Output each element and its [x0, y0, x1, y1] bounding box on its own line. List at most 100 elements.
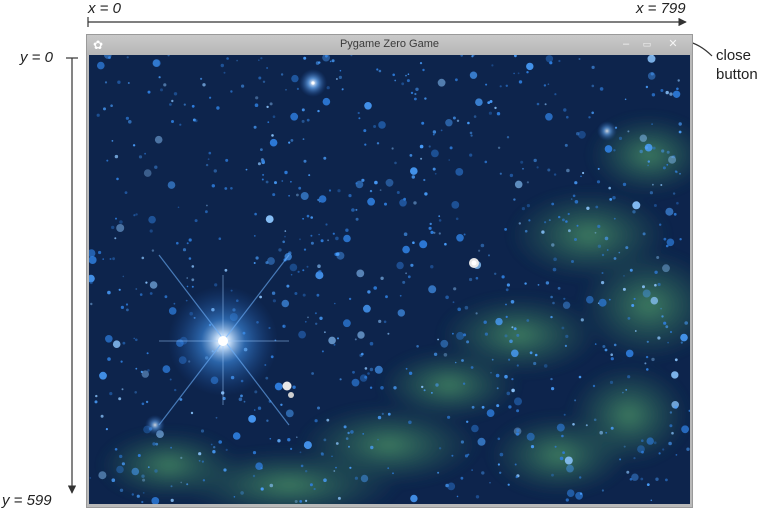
dust-star [625, 389, 628, 391]
dust-star [266, 419, 269, 422]
dust-star [89, 477, 92, 479]
dust-star [647, 164, 649, 167]
dust-star [109, 392, 113, 396]
dust-star [522, 167, 524, 170]
dust-star [243, 400, 246, 403]
dust-star [543, 364, 548, 368]
dust-star [376, 142, 380, 145]
dust-star [452, 332, 454, 335]
dust-star [529, 351, 533, 355]
dust-star [665, 207, 674, 216]
dust-star [115, 217, 117, 220]
dust-star [255, 96, 259, 100]
dust-star [591, 111, 594, 115]
dust-star [94, 400, 98, 404]
dust-star [335, 78, 338, 80]
dust-star [206, 204, 208, 207]
dust-star [308, 174, 311, 177]
dust-star [449, 146, 453, 150]
dust-star [613, 149, 616, 152]
dust-star [236, 59, 238, 62]
dust-star [430, 265, 434, 269]
dust-star [410, 167, 418, 175]
dust-star [413, 201, 417, 205]
maximize-button[interactable]: ▭ [637, 37, 657, 51]
dust-star [686, 447, 690, 451]
dust-star [653, 204, 657, 207]
dust-star [641, 439, 644, 443]
dust-star [135, 367, 138, 370]
dust-star [218, 237, 222, 240]
dust-star [506, 283, 510, 287]
dust-star [421, 121, 425, 125]
dust-star [133, 337, 135, 340]
dust-star [550, 295, 553, 299]
dust-star [534, 353, 538, 357]
dust-star [561, 326, 565, 330]
dust-star [438, 215, 441, 218]
dust-star [394, 161, 397, 165]
dust-star [547, 83, 550, 85]
dust-star [327, 239, 329, 242]
dust-star [116, 177, 119, 181]
dust-star [397, 309, 405, 317]
close-button[interactable]: ✕ [663, 37, 683, 51]
dust-star [170, 446, 172, 449]
dust-star [515, 475, 518, 479]
dust-star [661, 149, 665, 153]
dust-star [213, 169, 217, 173]
dust-star [504, 374, 508, 379]
dust-star [300, 192, 309, 200]
dust-star [541, 230, 545, 234]
dust-star [148, 215, 156, 224]
dust-star [497, 437, 501, 441]
dust-star [491, 358, 494, 361]
dust-star [266, 105, 269, 109]
dust-star [469, 71, 478, 79]
title-bar[interactable]: ✿ Pygame Zero Game – ▭ ✕ [87, 35, 692, 55]
dust-star [345, 437, 349, 440]
dust-star [367, 372, 370, 375]
dust-star [210, 443, 213, 446]
dust-star [501, 275, 505, 279]
dust-star [633, 457, 636, 460]
x-end-label: x = 799 [636, 0, 686, 17]
dust-star [147, 466, 150, 469]
dust-star [660, 184, 663, 186]
dust-star [679, 172, 681, 175]
dust-star [586, 206, 590, 210]
dust-star [457, 307, 462, 312]
dust-star [96, 113, 100, 117]
dust-star [119, 488, 124, 492]
dust-star [317, 264, 321, 268]
dust-star [303, 159, 307, 163]
dust-star [669, 330, 673, 334]
dust-star [511, 326, 514, 329]
dust-star [462, 382, 466, 385]
dust-star [163, 83, 167, 87]
dust-star [644, 362, 647, 365]
dust-star [301, 108, 305, 112]
game-canvas[interactable] [89, 55, 690, 504]
dust-star [627, 375, 631, 379]
dust-star [499, 452, 504, 457]
dust-star [331, 59, 335, 63]
dust-star [608, 298, 611, 301]
dust-star [272, 115, 276, 118]
minimize-button[interactable]: – [616, 37, 636, 51]
dust-star [141, 370, 149, 378]
dust-star [497, 146, 501, 149]
glow-star [311, 81, 315, 85]
dust-star [423, 389, 426, 392]
dust-star [563, 297, 566, 300]
dust-star [335, 442, 339, 445]
dust-star [121, 462, 125, 466]
dust-star [369, 386, 373, 389]
dust-star [339, 378, 342, 381]
dust-star [505, 84, 508, 87]
dust-star [315, 61, 320, 65]
dust-star [254, 103, 259, 107]
dust-star [290, 180, 292, 183]
dust-star [580, 318, 584, 322]
dust-star [298, 186, 302, 190]
